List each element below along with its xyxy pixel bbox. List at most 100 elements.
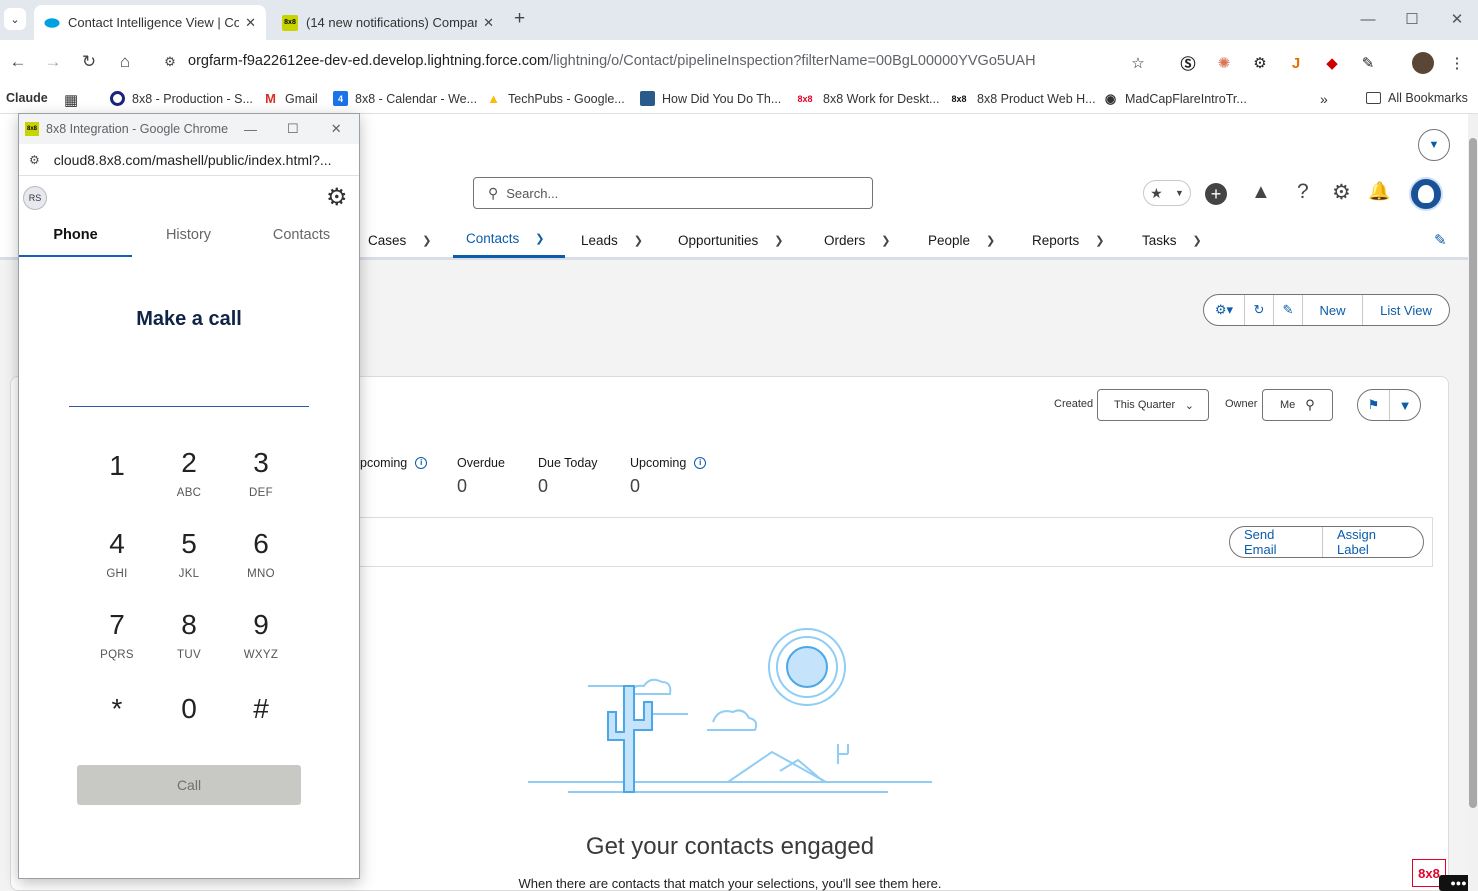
forward-icon[interactable]: → [41, 50, 65, 74]
close-icon[interactable]: ✕ [245, 15, 256, 31]
dialpad-key[interactable]: 8 TUV [159, 609, 219, 661]
nav-tab-leads[interactable]: Leads ❯ [581, 222, 643, 258]
tab-history[interactable]: History [132, 227, 245, 243]
bookmark-production[interactable]: 8x8 - Production - S... [110, 91, 253, 106]
chevron-down-icon[interactable]: ❯ [535, 232, 544, 245]
global-search-input[interactable]: ⚲ Search... [473, 177, 873, 209]
site-info-icon[interactable]: ⚙ [29, 153, 40, 167]
chevron-down-icon[interactable]: ❯ [774, 234, 783, 247]
close-icon[interactable]: ✕ [483, 15, 494, 31]
trailhead-icon[interactable]: ▲ [1251, 181, 1271, 204]
global-add-icon[interactable]: + [1205, 183, 1227, 205]
nav-tab-people[interactable]: People ❯ [928, 222, 995, 258]
more-bookmarks-icon[interactable]: » [1320, 91, 1328, 107]
nav-tab-contacts[interactable]: Contacts ❯ [453, 222, 565, 258]
refresh-icon[interactable]: ↻ [1245, 295, 1274, 325]
help-icon[interactable]: ? [1297, 180, 1309, 204]
owner-filter-input[interactable]: Me ⚲ [1262, 389, 1333, 421]
home-icon[interactable]: ⌂ [113, 50, 137, 74]
dialpad-key[interactable]: 9 WXYZ [231, 609, 291, 661]
settings-gear-icon[interactable]: ⚙▾ [1204, 295, 1245, 325]
extension-s-icon[interactable]: Ⓢ [1177, 52, 1199, 74]
created-filter-select[interactable]: This Quarter ⌄ [1097, 389, 1209, 421]
dialpad-key[interactable]: 2 ABC [159, 447, 219, 499]
bookmark-8x8-product[interactable]: 8x8 8x8 Product Web H... [948, 91, 1095, 106]
dialpad-key[interactable]: 0 [159, 693, 219, 725]
assign-label-button[interactable]: Assign Label [1323, 527, 1423, 557]
chevron-down-icon[interactable]: ❯ [986, 234, 995, 247]
nav-tab-tasks[interactable]: Tasks ❯ [1142, 222, 1202, 258]
filter-funnel-icon[interactable]: ▼ [1390, 390, 1420, 420]
chevron-down-icon[interactable]: ❯ [1193, 234, 1202, 247]
bookmark-how-did[interactable]: How Did You Do Th... [640, 91, 781, 106]
tab-search-button[interactable]: ⌄ [4, 8, 26, 30]
tab-contacts[interactable]: Contacts [245, 227, 358, 243]
edit-nav-pencil-icon[interactable]: ✎ [1434, 231, 1447, 249]
claude-extension-icon[interactable]: ✺ [1213, 52, 1235, 74]
favorites-button[interactable]: ★ ▼ [1143, 180, 1191, 206]
tab-phone[interactable]: Phone [19, 227, 132, 243]
call-button[interactable]: Call [77, 765, 301, 805]
phone-number-input[interactable] [69, 380, 309, 407]
send-email-button[interactable]: Send Email [1230, 527, 1323, 557]
notifications-bell-icon[interactable]: 🔔 [1368, 181, 1390, 202]
bookmark-8x8-work[interactable]: 8x8 8x8 Work for Deskt... [794, 91, 939, 106]
extensions-puzzle-icon[interactable]: ✎ [1357, 52, 1379, 74]
dialpad-key[interactable]: 1 [87, 450, 147, 490]
close-window-button[interactable]: ✕ [1434, 0, 1478, 38]
minimize-button[interactable]: — [244, 122, 257, 137]
tab-notifications[interactable]: 8x8 (14 new notifications) Company ✕ [272, 5, 504, 40]
nav-tab-cases[interactable]: Cases ❯ [368, 222, 431, 258]
bookmark-icon[interactable]: ⚑ [1358, 390, 1390, 420]
user-avatar[interactable]: RS [23, 186, 47, 210]
profile-avatar[interactable] [1412, 52, 1434, 74]
bookmark-claude[interactable]: Claude [6, 91, 48, 105]
extension-gear-icon[interactable]: ⚙ [1249, 52, 1271, 74]
dialpad-key[interactable]: 5 JKL [159, 528, 219, 580]
bookmark-madcap[interactable]: ◉ MadCapFlareIntroTr... [1103, 91, 1247, 106]
dialpad-key[interactable]: 4 GHI [87, 528, 147, 580]
site-info-icon[interactable]: ⚙ [158, 50, 182, 74]
bookmark-calendar[interactable]: 4 8x8 - Calendar - We... [333, 91, 477, 106]
bookmark-gmail[interactable]: M Gmail [263, 91, 318, 106]
list-view-button[interactable]: List View [1363, 295, 1449, 325]
collapse-chevron-icon[interactable]: ▼ [1418, 129, 1450, 161]
dialpad-key[interactable]: 7 PQRS [87, 609, 147, 661]
bookmark-techpubs[interactable]: ▲ TechPubs - Google... [486, 91, 625, 106]
user-avatar[interactable] [1409, 177, 1443, 211]
extension-j-icon[interactable]: J [1285, 52, 1307, 74]
chevron-down-icon[interactable]: ❯ [1095, 234, 1104, 247]
url-field[interactable]: orgfarm-f9a22612ee-dev-ed.develop.lightn… [188, 53, 1036, 69]
dialpad-key[interactable]: # [231, 693, 291, 725]
back-icon[interactable]: ← [6, 50, 30, 74]
nav-tab-orders[interactable]: Orders ❯ [824, 222, 890, 258]
setup-gear-icon[interactable]: ⚙ [1332, 180, 1351, 205]
new-tab-button[interactable]: + [514, 8, 525, 30]
maximize-button[interactable]: ☐ [287, 121, 299, 137]
nav-tab-opportunities[interactable]: Opportunities ❯ [678, 222, 784, 258]
settings-gear-icon[interactable]: ⚙ [326, 183, 348, 212]
edit-pencil-icon[interactable]: ✎ [1274, 295, 1303, 325]
nav-tab-reports[interactable]: Reports ❯ [1032, 222, 1105, 258]
chevron-down-icon[interactable]: ❯ [422, 234, 431, 247]
reload-icon[interactable]: ↻ [77, 50, 101, 74]
dialpad-key[interactable]: 6 MNO [231, 528, 291, 580]
info-icon[interactable]: i [694, 456, 707, 469]
chevron-down-icon[interactable]: ❯ [881, 234, 890, 247]
all-bookmarks[interactable]: All Bookmarks [1366, 91, 1468, 105]
star-icon[interactable]: ☆ [1127, 52, 1149, 74]
popup-url[interactable]: cloud8.8x8.com/mashell/public/index.html… [54, 152, 332, 168]
chevron-down-icon[interactable]: ❯ [634, 234, 643, 247]
close-window-button[interactable]: ✕ [331, 121, 342, 137]
tab-contact-intelligence[interactable]: Contact Intelligence View | Con ✕ [34, 5, 266, 40]
minimize-button[interactable]: — [1345, 0, 1391, 38]
new-button[interactable]: New [1303, 295, 1363, 325]
info-icon[interactable]: i [415, 456, 428, 469]
dialpad-key[interactable]: * [87, 693, 147, 725]
scrollbar-thumb[interactable] [1469, 138, 1477, 808]
menu-icon[interactable]: ⋮ [1446, 52, 1468, 74]
apps-grid-icon[interactable]: ▦ [64, 91, 78, 109]
dialpad-key[interactable]: 3 DEF [231, 447, 291, 499]
maximize-button[interactable]: ☐ [1389, 0, 1435, 38]
extension-red-icon[interactable]: ◆ [1321, 52, 1343, 74]
